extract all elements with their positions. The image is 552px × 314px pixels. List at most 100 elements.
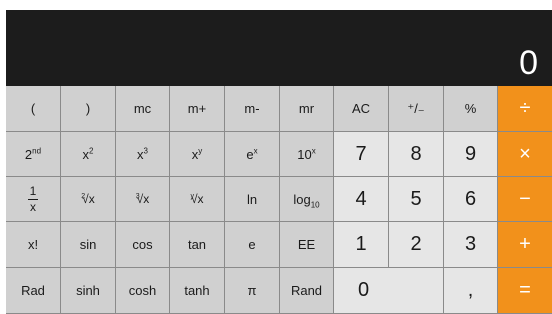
digit-2-label: 2 [410,233,422,255]
sin-label: sin [79,237,97,252]
percent-label: % [464,101,477,116]
ten-power-x-base: 10 [297,146,312,162]
x-squared-key[interactable]: x2 [61,132,116,177]
y-root-key[interactable]: y√x [170,177,225,222]
subtract-label: − [519,187,531,210]
digit-0-key[interactable]: 0 [334,268,444,314]
m-minus-label: m- [244,101,260,116]
digit-3-key[interactable]: 3 [444,222,498,268]
square-root-label: 2√x [81,192,95,206]
pi-key[interactable]: π [225,268,280,314]
decimal-key[interactable]: , [444,268,498,314]
e-constant-key[interactable]: e [225,222,280,268]
close-paren-key[interactable]: ) [61,86,116,132]
digit-9-key[interactable]: 9 [444,132,498,177]
log10-key[interactable]: log10 [280,177,334,222]
sinh-key[interactable]: sinh [61,268,116,314]
rad-label: Rad [21,283,45,298]
pi-label: π [247,283,257,298]
display: 0 [6,10,552,86]
factorial-key[interactable]: x! [6,222,61,268]
log10-base: log [293,191,311,207]
cos-key[interactable]: cos [116,222,170,268]
add-key[interactable]: + [498,222,552,268]
digit-0-label: 0 [358,279,370,301]
cosh-key[interactable]: cosh [116,268,170,314]
e-power-x-base: e [246,146,254,162]
plus-minus-key[interactable]: ⁺/₋ [389,86,444,132]
mc-label: mc [133,101,152,116]
ln-label: ln [246,191,258,207]
divide-label: ÷ [519,97,531,119]
second-function-sup: nd [32,146,42,156]
reciprocal-numerator: 1 [29,183,37,198]
cosh-label: cosh [128,283,157,298]
digit-8-label: 8 [410,142,422,165]
tan-key[interactable]: tan [170,222,225,268]
display-value: 0 [519,44,538,82]
ln-key[interactable]: ln [225,177,280,222]
log10-label: log10 [293,191,320,210]
digit-9-label: 9 [464,142,477,165]
square-root-key[interactable]: 2√x [61,177,116,222]
x-power-y-key[interactable]: xy [170,132,225,177]
open-paren-key[interactable]: ( [6,86,61,132]
equals-key[interactable]: = [498,268,552,314]
digit-7-key[interactable]: 7 [334,132,389,177]
calculator: 0 ( ) mc m+ m- mr AC ⁺/₋ % ÷ 2nd x2 x3 x… [6,0,552,314]
ten-power-x-key[interactable]: 10x [280,132,334,177]
all-clear-key[interactable]: AC [334,86,389,132]
reciprocal-key[interactable]: 1 x [6,177,61,222]
plus-minus-label: ⁺/₋ [407,100,425,116]
digit-5-label: 5 [410,187,422,210]
multiply-key[interactable]: × [498,132,552,177]
m-plus-label: m+ [187,101,207,116]
decimal-label: , [467,279,474,301]
add-label: + [519,233,531,255]
x-cubed-sup: 3 [143,146,148,156]
ee-key[interactable]: EE [280,222,334,268]
m-plus-key[interactable]: m+ [170,86,225,132]
digit-7-label: 7 [355,142,367,165]
equals-label: = [519,279,531,301]
x-squared-label: x2 [83,147,94,162]
reciprocal-denominator: x [30,199,36,214]
ee-label: EE [297,237,316,252]
mc-key[interactable]: mc [116,86,170,132]
digit-4-key[interactable]: 4 [334,177,389,222]
m-minus-key[interactable]: m- [225,86,280,132]
close-paren-label: ) [85,101,91,116]
mr-key[interactable]: mr [280,86,334,132]
divide-key[interactable]: ÷ [498,86,552,132]
digit-5-key[interactable]: 5 [389,177,444,222]
cube-root-key[interactable]: 3√x [116,177,170,222]
e-power-x-sup: x [253,146,258,156]
digit-8-key[interactable]: 8 [389,132,444,177]
tanh-key[interactable]: tanh [170,268,225,314]
percent-key[interactable]: % [444,86,498,132]
sin-key[interactable]: sin [61,222,116,268]
x-power-y-sup: y [198,146,203,156]
y-root-label: y√x [190,192,203,206]
digit-2-key[interactable]: 2 [389,222,444,268]
digit-3-label: 3 [464,233,477,255]
keypad: ( ) mc m+ m- mr AC ⁺/₋ % ÷ 2nd x2 x3 xy … [6,86,552,314]
subtract-key[interactable]: − [498,177,552,222]
log10-sub: 10 [310,200,320,210]
second-function-key[interactable]: 2nd [6,132,61,177]
x-squared-sup: 2 [89,146,94,156]
second-function-label: 2nd [25,147,41,162]
digit-1-key[interactable]: 1 [334,222,389,268]
e-power-x-key[interactable]: ex [225,132,280,177]
reciprocal-label: 1 x [28,185,38,213]
tan-label: tan [187,237,207,252]
rad-key[interactable]: Rad [6,268,61,314]
all-clear-label: AC [351,101,371,116]
sinh-label: sinh [76,283,100,298]
rand-key[interactable]: Rand [280,268,334,314]
e-constant-label: e [248,237,256,252]
x-cubed-key[interactable]: x3 [116,132,170,177]
factorial-label: x! [27,237,39,252]
digit-1-label: 1 [355,233,367,255]
digit-6-key[interactable]: 6 [444,177,498,222]
